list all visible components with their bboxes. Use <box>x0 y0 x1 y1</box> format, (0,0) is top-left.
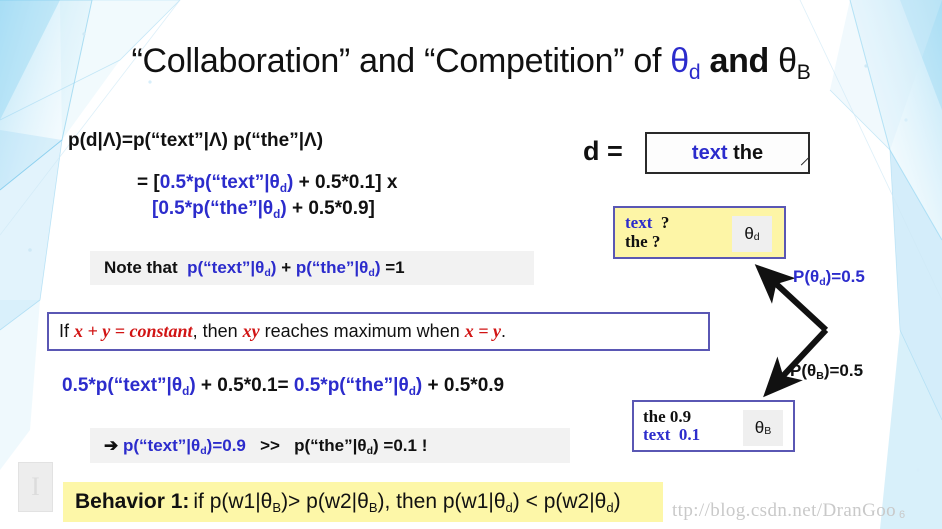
equation-line-3: [0.5*p(“the”|θd) + 0.5*0.9] <box>152 198 375 221</box>
equation-line-2: = [0.5*p(“text”|θd) + 0.5*0.1] x <box>137 172 398 195</box>
title-theta-d: θd <box>670 42 701 84</box>
d-box-word-text: text <box>691 141 728 164</box>
eq3-blue-term: [0.5*p(“the”|θd) <box>152 198 287 221</box>
eq2-blue-term: 0.5*p(“text”|θd) <box>159 172 294 195</box>
theta-d-chip: θd <box>732 216 772 252</box>
page-fold-icon <box>800 156 819 174</box>
arrow-icon: ➔ <box>104 435 119 455</box>
behavior-banner: Behavior 1: if p(w1|θB)> p(w2|θB), then p… <box>63 482 663 522</box>
title-theta-b: θB <box>778 42 811 84</box>
constant-rule-box: If x + y = constant, then xy reaches max… <box>47 312 710 351</box>
theta-b-distribution-box: the 0.9 text 0.1 θB <box>632 400 795 452</box>
eq4-blue-right: 0.5*p(“the”|θd) <box>293 375 423 398</box>
page-number: 6 <box>899 509 906 521</box>
eq4-blue-left: 0.5*p(“text”|θd) <box>62 375 196 398</box>
document-d-label: d = <box>583 136 623 166</box>
document-content-box: text the <box>645 132 819 174</box>
note-blue-term-2: p(“the”|θd) <box>295 258 381 280</box>
constant-product: xy <box>242 321 260 341</box>
theta-b-word-list: the 0.9 text 0.1 <box>643 406 701 445</box>
conclusion-gg-operator: >> <box>260 435 280 455</box>
d-box-word-the: the <box>733 141 764 164</box>
theta-d-row-the: the ? <box>625 231 661 251</box>
theta-b-row-the: the 0.9 <box>643 406 692 426</box>
note-suffix: =1 <box>385 258 405 277</box>
note-plus: + <box>281 258 292 277</box>
theta-d-word-list: text ? the ? <box>625 214 669 250</box>
eq4-middle: + 0.5*0.1= <box>195 375 294 396</box>
prob-theta-b-label: P(θB)=0.5 <box>790 361 864 383</box>
note-blue-term-1: p(“text”|θd) <box>187 258 277 280</box>
slide-canvas: “Collaboration” and “Competition” of θd … <box>0 0 942 529</box>
title-prefix: “Collaboration” and “Competition” of <box>131 42 671 80</box>
eq4-tail: + 0.5*0.9 <box>422 375 505 396</box>
theta-d-row-text: text ? <box>625 213 670 233</box>
conclusion-black-term: p(“the”|θd) =0.1 ! <box>294 435 428 457</box>
watermark-text: ttp://blog.csdn.net/DranGoo <box>672 500 896 521</box>
constant-xy-expression: x + y = constant <box>74 321 193 341</box>
constant-if: If <box>59 321 70 341</box>
slide-title: “Collaboration” and “Competition” of θd … <box>0 42 942 84</box>
equation-line-4: 0.5*p(“text”|θd) + 0.5*0.1= 0.5*p(“the”|… <box>62 375 505 398</box>
eq2-suffix: + 0.5*0.1] x <box>293 172 398 193</box>
constant-period: . <box>500 321 506 341</box>
eq3-suffix: + 0.5*0.9] <box>286 198 375 219</box>
prob-theta-d-label: P(θd)=0.5 <box>793 267 865 289</box>
behavior-statement: if p(w1|θB)> p(w2|θB), then p(w1|θd) < p… <box>193 490 621 516</box>
conclusion-blue-term: p(“text”|θd)=0.9 <box>122 435 246 457</box>
title-and: and <box>700 42 779 80</box>
constant-equality: x = y <box>464 321 501 341</box>
constant-then: , then <box>192 321 238 341</box>
theta-d-distribution-box: text ? the ? θd <box>613 206 786 259</box>
equation-line-1: p(d|Λ)=p(“text”|Λ) p(“the”|Λ) <box>68 130 324 151</box>
eq2-prefix: = [ <box>137 172 160 193</box>
theta-b-row-text: text 0.1 <box>643 425 701 444</box>
corner-logo-icon: I <box>18 462 53 512</box>
constant-reaches: reaches maximum when <box>264 321 460 341</box>
behavior-label: Behavior 1: <box>75 490 190 513</box>
note-prefix: Note that <box>104 258 178 277</box>
note-that-box: Note that p(“text”|θd) + p(“the”|θd) =1 <box>90 251 534 285</box>
conclusion-box: ➔ p(“text”|θd)=0.9 >> p(“the”|θd) =0.1 ! <box>90 428 570 463</box>
theta-b-chip: θB <box>743 410 783 446</box>
